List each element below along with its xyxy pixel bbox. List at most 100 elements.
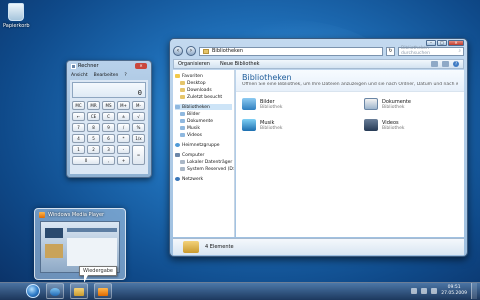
preview-block [67, 228, 117, 232]
item-count: 4 Elemente [205, 244, 234, 250]
show-desktop-button[interactable] [471, 283, 477, 299]
key-reciprocal[interactable]: 1/x [132, 134, 145, 143]
key-equals[interactable]: = [132, 145, 145, 165]
taskbar-media-player-button[interactable] [94, 283, 112, 299]
videos-icon [180, 133, 185, 137]
key-4[interactable]: 4 [72, 134, 85, 143]
nav-system-reserved[interactable]: System Reserved (D: [175, 166, 235, 172]
key-multiply[interactable]: * [117, 134, 130, 143]
documents-icon [180, 119, 185, 123]
new-library-button[interactable]: Neue Bibliothek [220, 61, 260, 67]
calculator-close-button[interactable]: ✕ [135, 63, 147, 69]
key-plus[interactable]: + [117, 156, 130, 165]
recycle-bin-desktop-icon[interactable]: Papierkorb [3, 3, 30, 29]
key-ms[interactable]: MS [102, 101, 115, 110]
key-mplus[interactable]: M+ [117, 101, 130, 110]
key-sqrt[interactable]: √ [132, 112, 145, 121]
menu-view[interactable]: Ansicht [71, 73, 88, 78]
documents-library-icon [364, 98, 378, 110]
nav-documents[interactable]: Dokumente [175, 118, 232, 124]
key-ce[interactable]: CE [87, 112, 100, 121]
nav-label: Netzwerk [182, 176, 204, 182]
nav-label: Dokumente [187, 118, 214, 124]
key-minus[interactable]: - [117, 145, 130, 154]
start-button[interactable] [26, 284, 40, 298]
calculator-window[interactable]: Rechner ✕ Ansicht Bearbeiten ? 0 MC MR M… [66, 60, 152, 178]
nav-homegroup[interactable]: Heimnetzgruppe [175, 142, 232, 148]
nav-downloads[interactable]: Downloads [175, 87, 232, 93]
downloads-icon [180, 88, 185, 92]
network-tray-icon[interactable] [421, 288, 428, 294]
library-item-documents[interactable]: Dokumente Bibliothek [364, 97, 464, 111]
key-0[interactable]: 0 [72, 156, 100, 165]
key-8[interactable]: 8 [87, 123, 100, 132]
details-pane: 4 Elemente [173, 238, 464, 255]
key-mminus[interactable]: M- [132, 101, 145, 110]
key-mc[interactable]: MC [72, 101, 85, 110]
key-6[interactable]: 6 [102, 134, 115, 143]
key-5[interactable]: 5 [87, 134, 100, 143]
nav-videos[interactable]: Videos [175, 132, 232, 138]
explorer-window[interactable]: – □ ✕ ‹ › Bibliotheken ↻ Bibliotheken du… [169, 38, 468, 257]
calculator-body: 0 MC MR MS M+ M- ← CE C ± √ 7 8 9 / % 4 … [70, 80, 148, 174]
homegroup-icon [175, 143, 180, 147]
address-bar[interactable]: Bibliotheken [199, 46, 383, 56]
libraries-icon [175, 105, 180, 109]
key-decimal[interactable]: , [102, 156, 115, 165]
nav-label: System Reserved (D: [187, 166, 235, 172]
recycle-bin-label: Papierkorb [3, 23, 30, 29]
key-mr[interactable]: MR [87, 101, 100, 110]
menu-edit[interactable]: Bearbeiten [94, 73, 119, 78]
forward-button[interactable]: › [186, 46, 196, 56]
key-7[interactable]: 7 [72, 123, 85, 132]
key-3[interactable]: 3 [102, 145, 115, 154]
key-9[interactable]: 9 [102, 123, 115, 132]
content-pane: Bibliotheken Öffnen Sie eine Bibliothek,… [236, 70, 464, 237]
videos-library-icon [364, 119, 378, 131]
library-item-pictures[interactable]: Bilder Bibliothek [242, 97, 364, 111]
key-2[interactable]: 2 [87, 145, 100, 154]
key-percent[interactable]: % [132, 123, 145, 132]
nav-network[interactable]: Netzwerk [175, 176, 232, 182]
nav-music[interactable]: Musik [175, 125, 232, 131]
key-plusminus[interactable]: ± [117, 112, 130, 121]
library-type: Bibliothek [260, 125, 283, 131]
nav-libraries[interactable]: Bibliotheken [175, 104, 232, 110]
taskbar-explorer-button[interactable] [70, 283, 88, 299]
volume-icon[interactable] [431, 288, 438, 294]
menu-help[interactable]: ? [124, 73, 126, 78]
command-bar: Organisieren Neue Bibliothek ? [173, 59, 464, 69]
key-c[interactable]: C [102, 112, 115, 121]
clock[interactable]: 09:51 27.05.2009 [441, 285, 467, 297]
music-library-icon [242, 119, 256, 131]
organize-button[interactable]: Organisieren [178, 61, 210, 67]
nav-computer[interactable]: Computer [175, 152, 232, 158]
key-backspace[interactable]: ← [72, 112, 85, 121]
library-item-music[interactable]: Musik Bibliothek [242, 118, 364, 132]
page-title: Bibliotheken [242, 73, 292, 82]
taskbar-ie-button[interactable] [46, 283, 64, 299]
search-input[interactable]: Bibliotheken durchsuchen ⌕ [398, 46, 464, 56]
key-1[interactable]: 1 [72, 145, 85, 154]
library-name: Dokumente [382, 98, 411, 105]
library-item-videos[interactable]: Videos Bibliothek [364, 118, 464, 132]
key-divide[interactable]: / [117, 123, 130, 132]
back-button[interactable]: ‹ [173, 46, 183, 56]
preview-pane-icon[interactable] [442, 61, 449, 67]
nav-recent[interactable]: Zuletzt besucht [175, 94, 232, 100]
calculator-title: Rechner [78, 63, 99, 69]
refresh-button[interactable]: ↻ [386, 46, 395, 56]
calculator-titlebar[interactable]: Rechner ✕ [67, 61, 151, 71]
nav-favorites[interactable]: Favoriten [175, 73, 232, 79]
library-type: Bibliothek [382, 104, 405, 110]
calculator-display: 0 [72, 82, 146, 98]
recycle-bin-icon [8, 3, 24, 21]
nav-desktop[interactable]: Desktop [175, 80, 232, 86]
drive-icon [180, 167, 185, 171]
action-center-icon[interactable] [411, 288, 418, 294]
nav-pictures[interactable]: Bilder [175, 111, 232, 117]
view-options-icon[interactable] [431, 61, 438, 67]
media-player-icon [39, 212, 45, 218]
nav-local-disk[interactable]: Lokaler Datenträger [175, 159, 232, 165]
help-icon[interactable]: ? [453, 61, 459, 67]
